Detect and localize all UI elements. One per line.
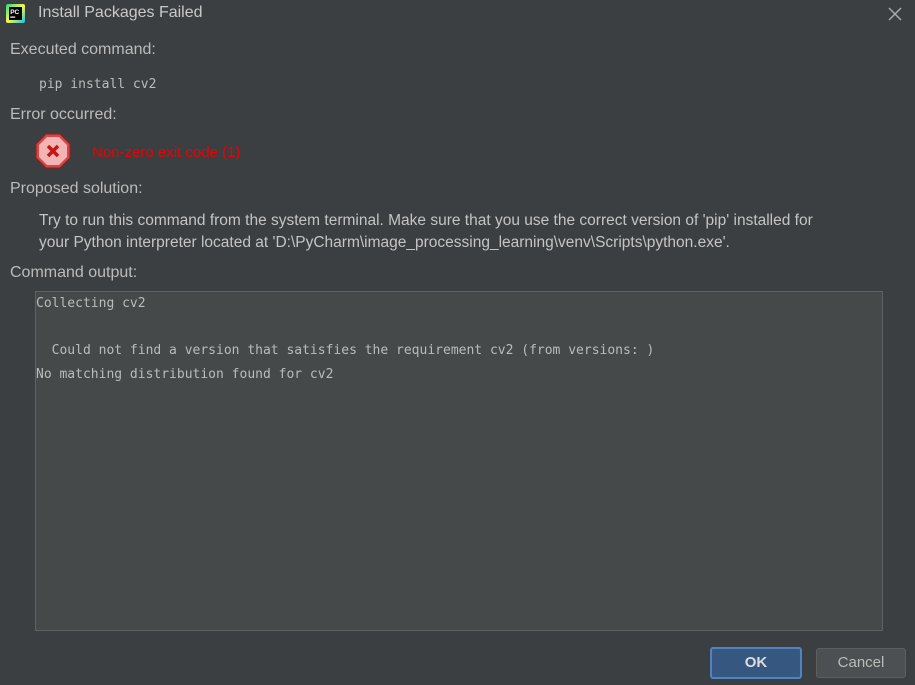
window-title: Install Packages Failed [38, 4, 203, 21]
solution-line: Try to run this command from the system … [39, 212, 813, 229]
executed-command-label: Executed command: [10, 41, 156, 58]
solution-line: your Python interpreter located at 'D:\P… [39, 234, 730, 251]
ok-button[interactable]: OK [710, 647, 802, 679]
solution-text: Try to run this command from the system … [39, 210, 889, 254]
proposed-solution-label: Proposed solution: [10, 180, 143, 197]
pycharm-icon: PC [6, 4, 25, 23]
output-line: Collecting cv2 [36, 296, 146, 311]
error-message: Non-zero exit code (1) [92, 144, 241, 161]
output-line: No matching distribution found for cv2 [36, 367, 334, 382]
error-icon [35, 133, 71, 169]
close-icon[interactable] [884, 3, 906, 25]
command-output-area[interactable]: Collecting cv2 Could not find a version … [35, 291, 883, 631]
error-occurred-label: Error occurred: [10, 106, 117, 123]
title-bar: PC Install Packages Failed [0, 0, 915, 28]
command-output-label: Command output: [10, 264, 138, 281]
command-text: pip install cv2 [39, 77, 157, 92]
cancel-button[interactable]: Cancel [816, 648, 906, 678]
output-line: Could not find a version that satisfies … [36, 343, 655, 358]
svg-text:PC: PC [10, 9, 19, 16]
